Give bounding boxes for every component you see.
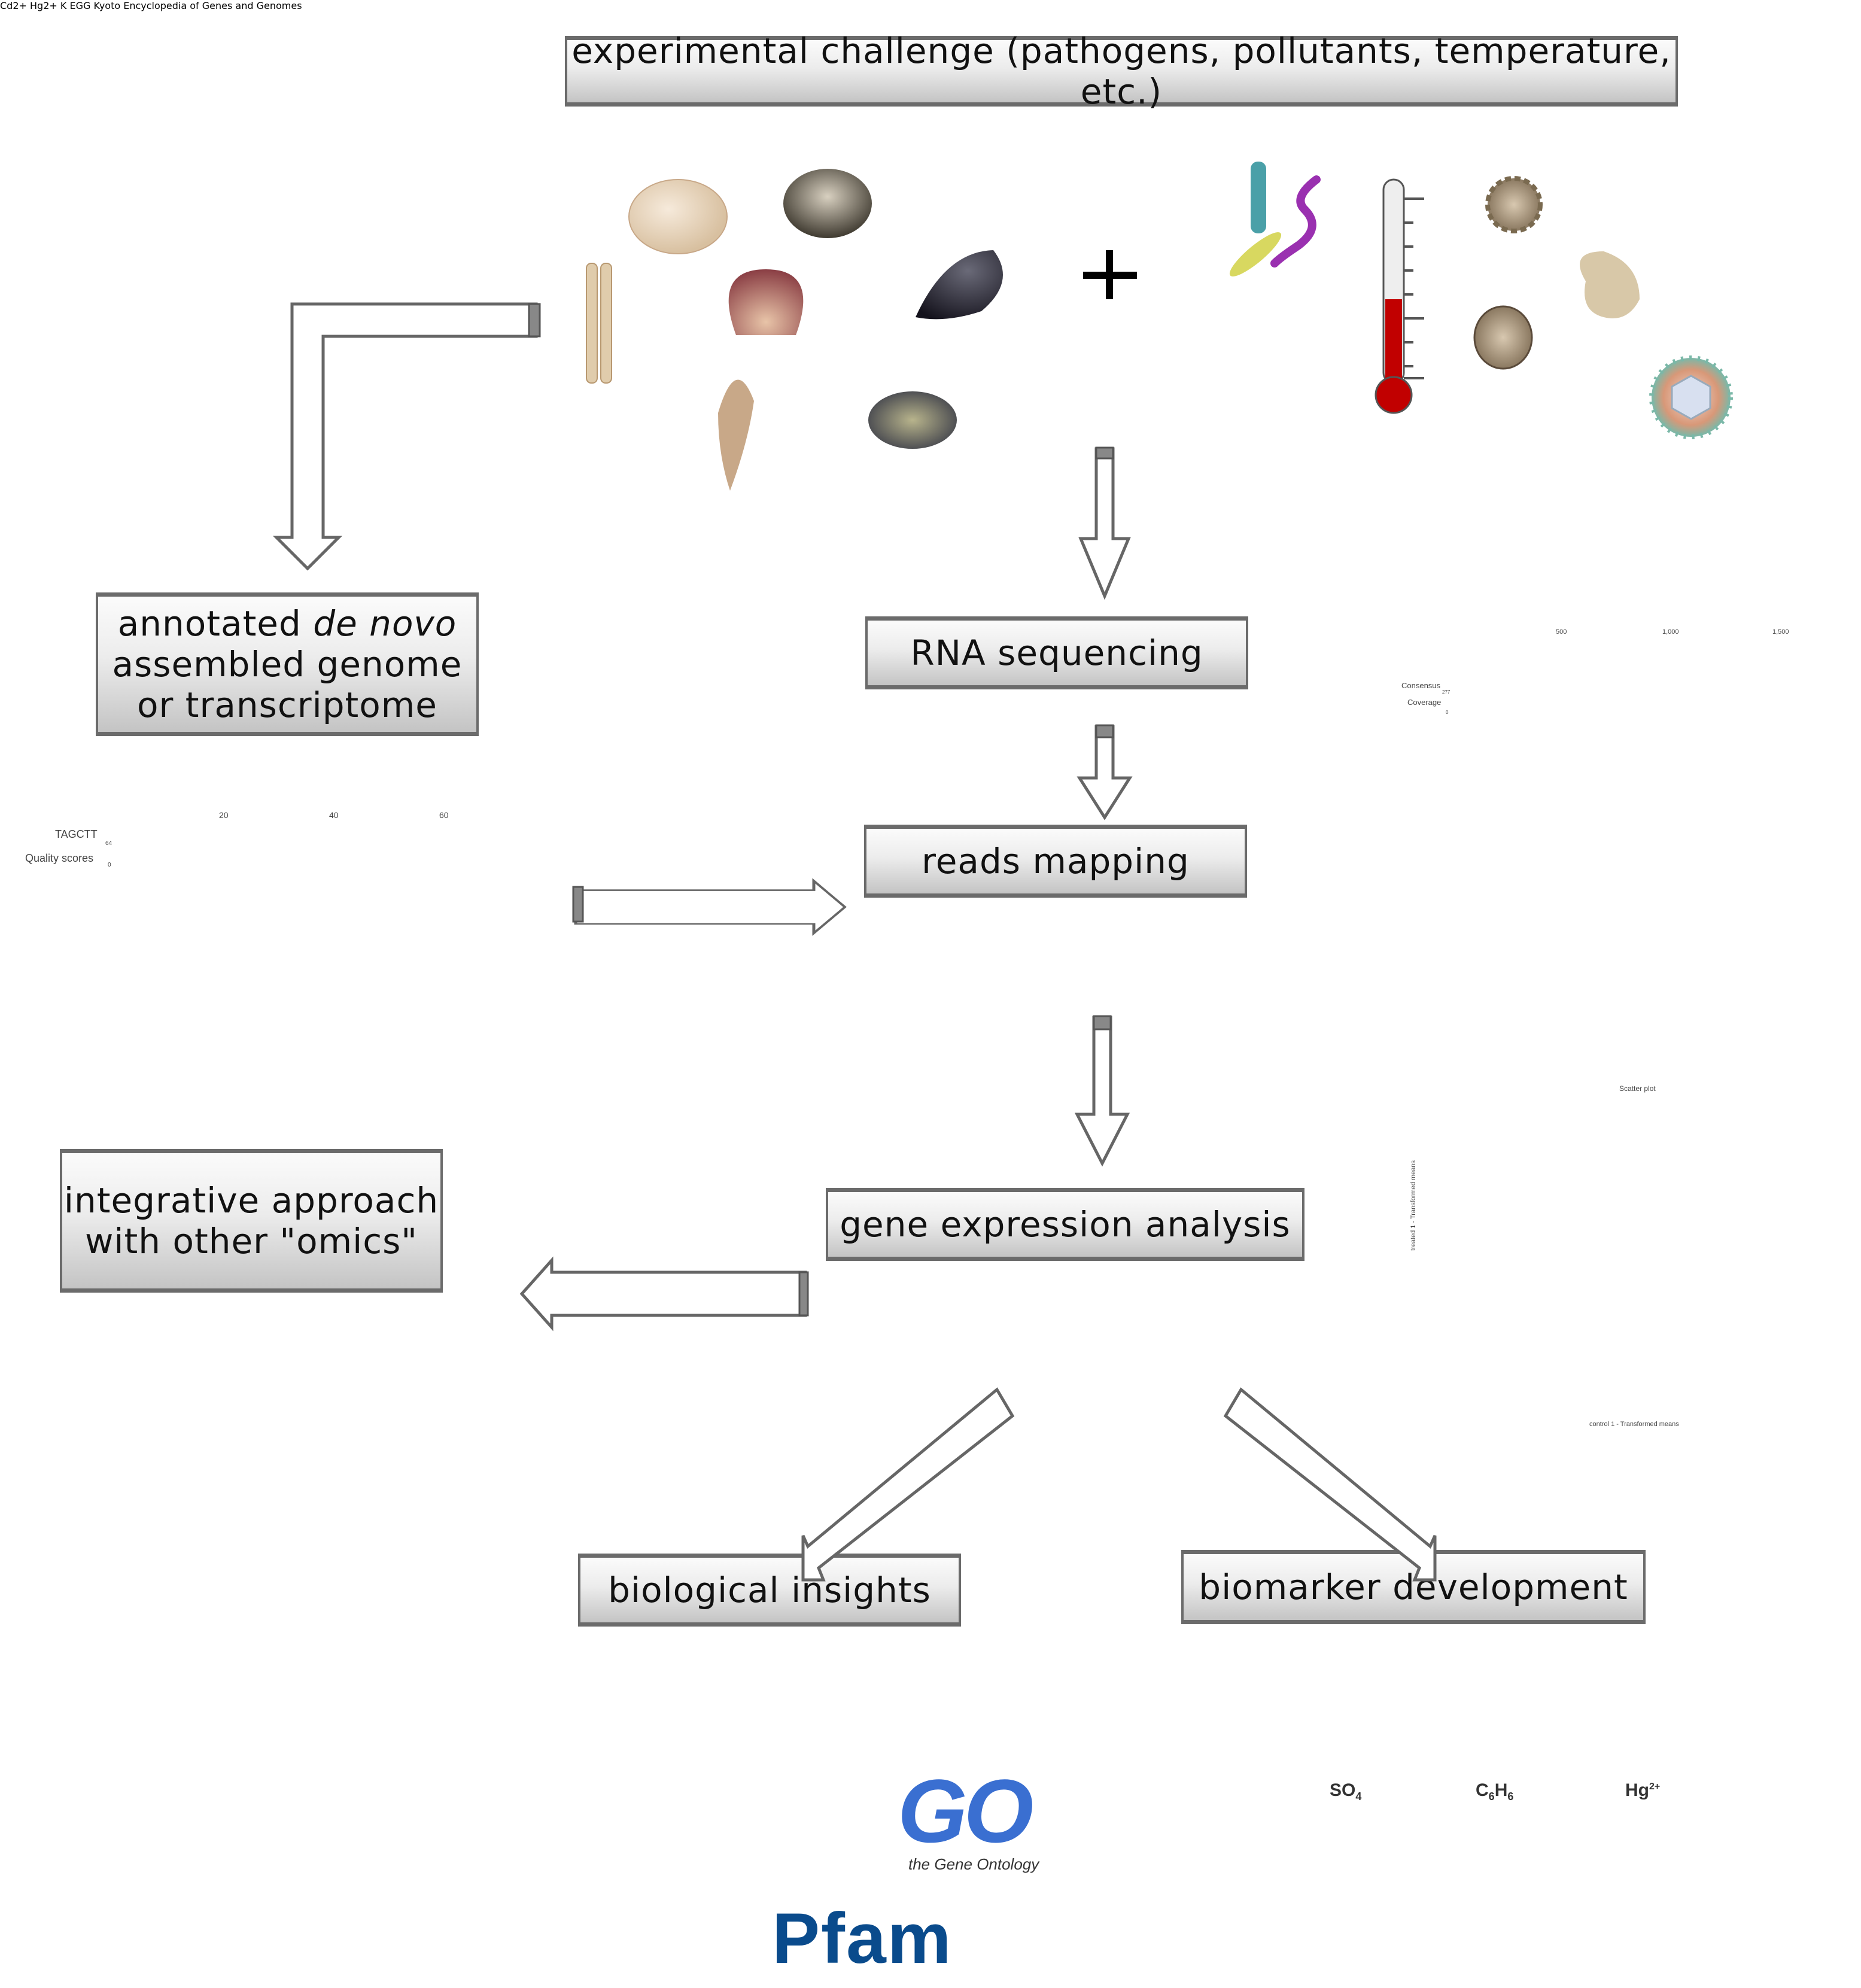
arrow-expression-to-biomarker: [1223, 1387, 1437, 1582]
pen-shell-icon: [718, 379, 754, 491]
arrow-challenge-to-assembly: [272, 302, 538, 571]
alignment-coverage-label: Coverage: [1407, 698, 1442, 707]
oyster-icon: [868, 391, 957, 449]
arrow-tail-cap: [798, 1271, 809, 1317]
go-logo-subtitle: the Gene Ontology: [908, 1855, 1039, 1873]
arrow-expression-to-insights: [801, 1387, 1015, 1582]
alignment-tick-500: 500: [1556, 628, 1567, 636]
thermometer-icon: [1375, 178, 1424, 414]
scatter-x-label: control 1 - Transformed means: [1589, 1421, 1679, 1428]
arrow-assembly-to-mapping: [574, 878, 847, 936]
plus-icon: [1083, 250, 1137, 299]
arrow-tail-cap: [572, 886, 584, 923]
arrow-tail-cap: [528, 303, 541, 338]
quality-tick-20: 20: [219, 810, 229, 820]
razor-clam-icon: [586, 263, 612, 384]
arrow-tail-cap: [1095, 446, 1114, 460]
arrow-rnaseq-to-mapping: [1077, 725, 1133, 820]
arrow-tail-cap: [1093, 1015, 1112, 1031]
scatter-title: Scatter plot: [1619, 1084, 1656, 1093]
scallop-icon: [728, 269, 804, 335]
pfam-logo: Pfam: [772, 1898, 953, 1978]
pollen-icon: [1485, 176, 1543, 233]
alignment-tick-1500: 1,500: [1772, 628, 1789, 636]
quality-max-label: 64: [105, 840, 112, 847]
quality-sequence-label: TAGCTT: [55, 828, 98, 840]
diagram-canvas: [272, 162, 1733, 1582]
quality-min-label: 0: [108, 862, 111, 868]
arrow-expression-to-integrative: [519, 1256, 807, 1332]
alignment-coverage-max: 277: [1442, 689, 1451, 695]
alignment-tick-1000: 1,000: [1662, 628, 1679, 636]
microalgae-icon: [1473, 305, 1533, 370]
quality-tick-40: 40: [329, 810, 339, 820]
alignment-consensus-label: Consensus: [1401, 681, 1441, 690]
quality-track-label: Quality scores: [25, 852, 94, 864]
cockle-icon: [628, 179, 728, 254]
heatmap-title-so4: SO4: [1330, 1780, 1362, 1802]
heatmap-title-hg: Hg2+: [1625, 1780, 1661, 1800]
heatmap-title-c6h6: C6H6: [1476, 1780, 1514, 1802]
virus-icon: [1649, 355, 1733, 439]
bacteria-icon: [1229, 162, 1321, 276]
scatter-y-label: treated 1 - Transformed means: [1410, 1160, 1417, 1251]
mussel-icon: [916, 250, 1003, 320]
clam-icon: [783, 169, 872, 238]
alignment-coverage-min: 0: [1446, 710, 1449, 715]
arrow-organisms-to-rnaseq: [1078, 447, 1131, 600]
quality-tick-60: 60: [439, 810, 449, 820]
protist-icon: [1580, 251, 1640, 318]
bivalves-group: [586, 169, 1003, 491]
arrow-mapping-to-expression: [1074, 1016, 1130, 1167]
go-logo: GO: [898, 1761, 1033, 1861]
arrow-tail-cap: [1095, 724, 1114, 738]
